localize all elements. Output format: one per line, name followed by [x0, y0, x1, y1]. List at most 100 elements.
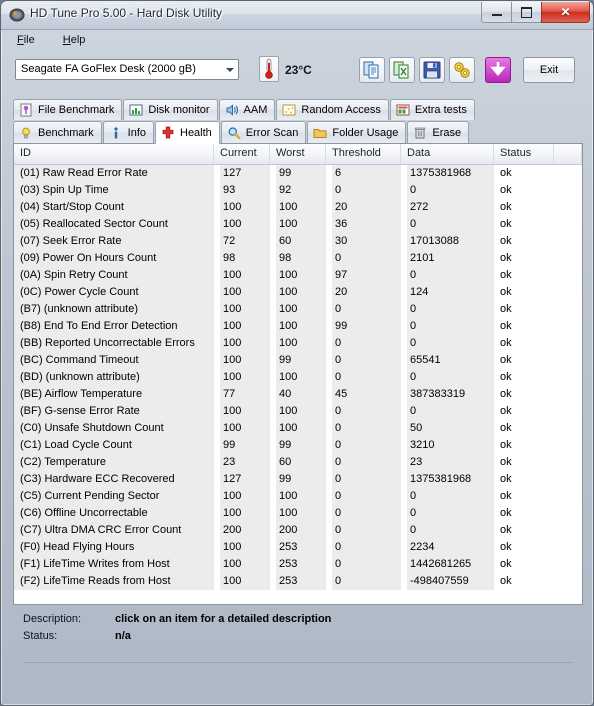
cell-data: 17013088: [401, 233, 494, 250]
cell-current: 93: [214, 182, 270, 199]
drive-select[interactable]: Seagate FA GoFlex Desk (2000 gB): [15, 59, 239, 80]
column-header-threshold[interactable]: Threshold: [326, 144, 401, 164]
table-row[interactable]: (04) Start/Stop Count 100 100 20 272 ok: [14, 199, 582, 216]
table-row[interactable]: (BF) G-sense Error Rate 100 100 0 0 ok: [14, 403, 582, 420]
cell-worst: 100: [270, 403, 326, 420]
chevron-down-icon: [226, 68, 234, 72]
cell-spacer: [554, 437, 582, 454]
cell-threshold: 0: [326, 420, 401, 437]
cell-data: 0: [401, 182, 494, 199]
tab-disk-monitor-label: Disk monitor: [148, 104, 210, 116]
cell-current: 100: [214, 573, 270, 590]
table-row[interactable]: (BD) (unknown attribute) 100 100 0 0 ok: [14, 369, 582, 386]
table-row[interactable]: (C6) Offline Uncorrectable 100 100 0 0 ok: [14, 505, 582, 522]
tab-file-benchmark[interactable]: File Benchmark: [13, 99, 123, 120]
tab-aam[interactable]: AAM: [218, 99, 276, 120]
tab-disk-monitor[interactable]: Disk monitor: [123, 99, 218, 120]
table-row[interactable]: (F0) Head Flying Hours 100 253 0 2234 ok: [14, 539, 582, 556]
column-header-current[interactable]: Current: [214, 144, 270, 164]
tab-random-access-label: Random Access: [301, 104, 381, 116]
cell-status: ok: [494, 284, 554, 301]
cell-data: 0: [401, 403, 494, 420]
export-excel-button[interactable]: [389, 57, 415, 83]
table-row[interactable]: (03) Spin Up Time 93 92 0 0 ok: [14, 182, 582, 199]
footer-divider: [23, 662, 573, 663]
cell-id: (03) Spin Up Time: [14, 182, 214, 199]
column-header-status[interactable]: Status: [494, 144, 554, 164]
title-bar: HD Tune Pro 5.00 - Hard Disk Utility ✕: [1, 1, 593, 30]
column-header-worst[interactable]: Worst: [270, 144, 326, 164]
cell-status: ok: [494, 182, 554, 199]
table-row[interactable]: (B7) (unknown attribute) 100 100 0 0 ok: [14, 301, 582, 318]
table-row[interactable]: (C2) Temperature 23 60 0 23 ok: [14, 454, 582, 471]
table-row[interactable]: (C3) Hardware ECC Recovered 127 99 0 1375381…: [14, 471, 582, 488]
table-row[interactable]: (F1) LifeTime Writes from Host 100 253 0 144…: [14, 556, 582, 573]
cell-spacer: [554, 403, 582, 420]
table-row[interactable]: (F2) LifeTime Reads from Host 100 253 0 -498…: [14, 573, 582, 590]
tab-extra-tests[interactable]: Extra tests: [389, 99, 475, 120]
menu-file[interactable]: File: [11, 33, 41, 53]
cell-status: ok: [494, 488, 554, 505]
table-row[interactable]: (09) Power On Hours Count 98 98 0 2101 ok: [14, 250, 582, 267]
table-row[interactable]: (0A) Spin Retry Count 100 100 97 0 ok: [14, 267, 582, 284]
cell-spacer: [554, 301, 582, 318]
footer-bar: Health status: ok Next update: 0:54 Upda…: [1, 665, 593, 705]
cell-worst: 100: [270, 267, 326, 284]
cell-spacer: [554, 369, 582, 386]
cell-data: 0: [401, 335, 494, 352]
table-row[interactable]: (BE) Airflow Temperature 77 40 45 387383319 o…: [14, 386, 582, 403]
cell-id: (BD) (unknown attribute): [14, 369, 214, 386]
table-row[interactable]: (05) Reallocated Sector Count 100 100 36 0 ok: [14, 216, 582, 233]
table-row[interactable]: (C5) Current Pending Sector 100 100 0 0 ok: [14, 488, 582, 505]
cell-worst: 60: [270, 233, 326, 250]
tab-health[interactable]: Health: [155, 121, 220, 144]
column-header-id[interactable]: ID: [14, 144, 214, 164]
copy-to-clipboard-button[interactable]: [359, 57, 385, 83]
tab-erase[interactable]: Erase: [407, 121, 470, 143]
table-row[interactable]: (07) Seek Error Rate 72 60 30 17013088 ok: [14, 233, 582, 250]
close-button[interactable]: ✕: [541, 2, 590, 23]
cell-spacer: [554, 539, 582, 556]
tab-info[interactable]: Info: [102, 121, 154, 143]
cell-current: 100: [214, 335, 270, 352]
table-row[interactable]: (C7) Ultra DMA CRC Error Count 200 200 0 0 ok: [14, 522, 582, 539]
settings-button[interactable]: [449, 57, 475, 83]
tab-benchmark[interactable]: Benchmark: [13, 121, 102, 143]
cell-spacer: [554, 199, 582, 216]
smart-attributes-table: ID Current Worst Threshold Data Status (…: [13, 143, 583, 605]
cell-worst: 253: [270, 573, 326, 590]
cell-worst: 100: [270, 488, 326, 505]
cell-worst: 60: [270, 454, 326, 471]
cell-current: 99: [214, 437, 270, 454]
table-row[interactable]: (B8) End To End Error Detection 100 100 99 0…: [14, 318, 582, 335]
tab-error-scan[interactable]: Error Scan: [220, 121, 307, 143]
menu-help[interactable]: Help: [57, 33, 92, 53]
table-row[interactable]: (01) Raw Read Error Rate 127 99 6 1375381968…: [14, 165, 582, 182]
cell-id: (05) Reallocated Sector Count: [14, 216, 214, 233]
maximize-button[interactable]: [511, 2, 542, 23]
table-row[interactable]: (0C) Power Cycle Count 100 100 20 124 ok: [14, 284, 582, 301]
cell-spacer: [554, 471, 582, 488]
table-row[interactable]: (BC) Command Timeout 100 99 0 65541 ok: [14, 352, 582, 369]
cell-current: 100: [214, 488, 270, 505]
table-row[interactable]: (C1) Load Cycle Count 99 99 0 3210 ok: [14, 437, 582, 454]
cell-spacer: [554, 233, 582, 250]
column-header-data[interactable]: Data: [401, 144, 494, 164]
tab-folder-usage[interactable]: Folder Usage: [307, 121, 407, 143]
minimize-button[interactable]: [481, 2, 512, 23]
status-value: n/a: [115, 630, 131, 642]
cell-threshold: 0: [326, 505, 401, 522]
random-access-icon: [282, 104, 296, 116]
cell-worst: 99: [270, 165, 326, 182]
tab-random-access[interactable]: Random Access: [276, 99, 389, 120]
download-button[interactable]: [485, 57, 511, 83]
table-row[interactable]: (C0) Unsafe Shutdown Count 100 100 0 50 ok: [14, 420, 582, 437]
exit-button[interactable]: Exit: [523, 57, 575, 83]
tab-extra-tests-label: Extra tests: [414, 104, 467, 116]
cell-worst: 253: [270, 556, 326, 573]
save-button[interactable]: [419, 57, 445, 83]
cell-id: (C7) Ultra DMA CRC Error Count: [14, 522, 214, 539]
table-row[interactable]: (BB) Reported Uncorrectable Errors 100 100…: [14, 335, 582, 352]
temperature-value: 23°C: [285, 63, 312, 77]
cell-data: 65541: [401, 352, 494, 369]
